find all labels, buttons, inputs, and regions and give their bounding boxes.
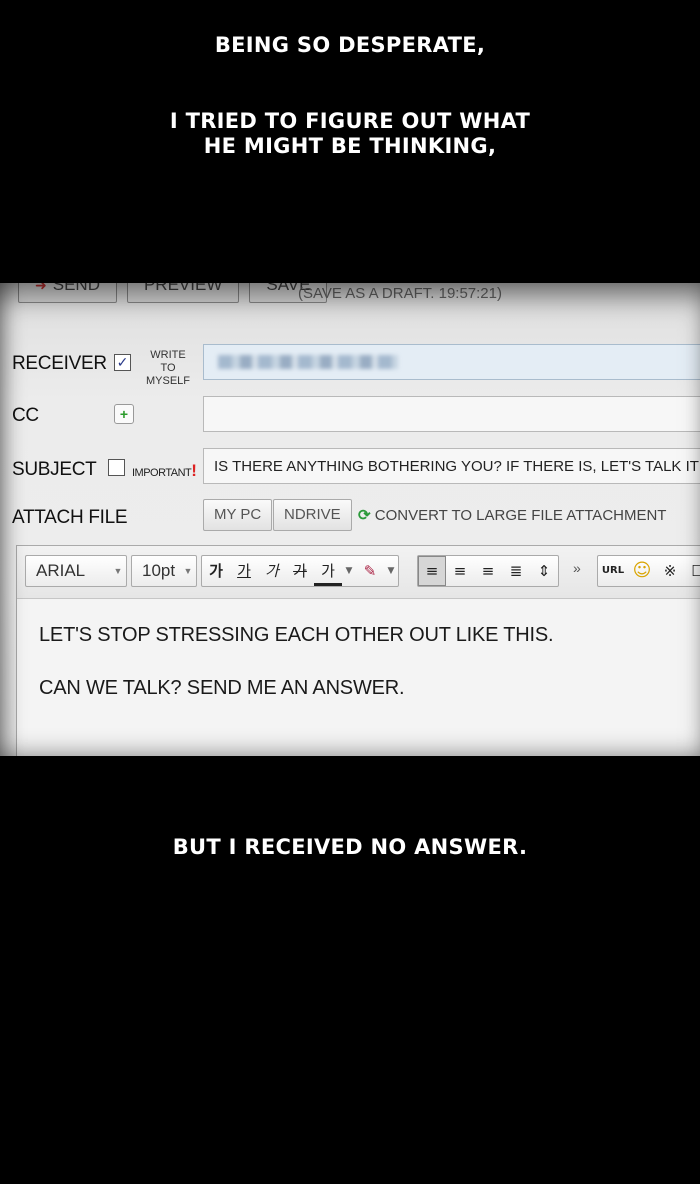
chevron-down-icon[interactable]: ▼	[384, 556, 398, 586]
justify-icon[interactable]: ≣	[502, 556, 530, 586]
chevron-down-icon: ▼	[183, 566, 193, 576]
blurred-email-address	[218, 355, 398, 369]
special-char-icon[interactable]: ※	[656, 556, 684, 586]
table-icon[interactable]: ☐	[684, 556, 700, 586]
caption-top: BEING SO DESPERATE,	[214, 33, 486, 57]
cc-label: CC	[12, 405, 39, 426]
attach-file-label: ATTACH FILE	[12, 507, 128, 528]
compose-toolbar: ➜ SEND PREVIEW SAVE	[18, 283, 328, 303]
send-arrow-icon: ➜	[35, 283, 47, 293]
chevron-down-icon[interactable]: ▼	[342, 556, 356, 586]
alignment-group: ≡ ≡ ≡ ≣ ⇕	[417, 555, 559, 587]
caption-bottom: BUT I RECEIVED NO ANSWER.	[172, 835, 528, 859]
url-button[interactable]: URL	[598, 556, 628, 586]
insert-group: URL ☺ ※ ☐	[597, 555, 700, 587]
italic-button[interactable]: 가	[258, 556, 286, 586]
caption-middle: I TRIED TO FIGURE OUT WHAT HE MIGHT BE T…	[0, 109, 700, 159]
subject-value: IS THERE ANYTHING BOTHERING YOU? IF THER…	[214, 458, 700, 475]
write-to-myself-checkbox[interactable]: ✓	[114, 354, 131, 371]
important-label: IMPORTANT!	[132, 461, 197, 481]
emoticon-icon[interactable]: ☺	[628, 556, 656, 586]
ndrive-button[interactable]: NDRIVE	[273, 499, 352, 531]
caption-middle-line1: I TRIED TO FIGURE OUT WHAT	[169, 109, 531, 133]
message-body[interactable]: LET'S STOP STRESSING EACH OTHER OUT LIKE…	[39, 624, 554, 730]
font-family-value: ARIAL	[36, 561, 86, 580]
message-editor: ARIAL ▼ 10pt ▼ 가 가 가 가 가 ▼ ✎ ▼ ≡ ≡ ≡ ≣ ⇕…	[16, 545, 700, 756]
write-to-myself-label: WRITE TO MYSELF	[137, 349, 199, 388]
email-compose-panel: ➜ SEND PREVIEW SAVE (SAVE AS A DRAFT. 19…	[0, 283, 700, 756]
write-to-myself-line1: WRITE	[150, 349, 186, 361]
font-size-value: 10pt	[142, 561, 176, 580]
body-line-1: LET'S STOP STRESSING EACH OTHER OUT LIKE…	[39, 624, 554, 646]
chevron-down-icon: ▼	[113, 566, 123, 576]
editor-toolbar: ARIAL ▼ 10pt ▼ 가 가 가 가 가 ▼ ✎ ▼ ≡ ≡ ≡ ≣ ⇕…	[17, 546, 700, 599]
send-label: SEND	[52, 283, 100, 294]
add-cc-icon[interactable]: +	[114, 404, 134, 424]
preview-button[interactable]: PREVIEW	[126, 283, 240, 303]
important-mark-icon: !	[191, 461, 197, 480]
align-center-icon[interactable]: ≡	[446, 556, 474, 586]
body-line-2: CAN WE TALK? SEND ME AN ANSWER.	[39, 677, 405, 699]
my-pc-button[interactable]: MY PC	[203, 499, 273, 531]
receiver-label: RECEIVER	[12, 353, 107, 374]
font-family-select[interactable]: ARIAL ▼	[25, 555, 127, 587]
line-height-icon[interactable]: ⇕	[530, 556, 558, 586]
align-right-icon[interactable]: ≡	[474, 556, 502, 586]
write-to-myself-line2: TO MYSELF	[145, 362, 190, 387]
important-text: IMPORTANT	[132, 467, 192, 479]
underline-button[interactable]: 가	[230, 556, 258, 586]
send-button[interactable]: ➜ SEND	[18, 283, 117, 303]
font-color-button[interactable]: 가	[314, 556, 342, 586]
preview-label: PREVIEW	[143, 283, 223, 294]
font-size-select[interactable]: 10pt ▼	[131, 555, 197, 587]
caption-middle-line2: HE MIGHT BE THINKING,	[203, 134, 497, 158]
draft-save-note: (SAVE AS A DRAFT. 19:57:21)	[298, 285, 502, 302]
important-checkbox[interactable]	[108, 459, 125, 476]
highlight-icon[interactable]: ✎	[356, 556, 384, 586]
align-left-icon[interactable]: ≡	[418, 556, 446, 586]
subject-label: SUBJECT	[12, 459, 97, 480]
bold-button[interactable]: 가	[202, 556, 230, 586]
cc-input[interactable]	[203, 396, 700, 432]
convert-large-file-link[interactable]: ⟳ CONVERT TO LARGE FILE ATTACHMENT	[358, 506, 666, 524]
strikethrough-button[interactable]: 가	[286, 556, 314, 586]
convert-label: CONVERT TO LARGE FILE ATTACHMENT	[374, 507, 667, 524]
more-tools-icon[interactable]: »	[573, 560, 581, 576]
text-format-group: 가 가 가 가 가 ▼ ✎ ▼	[201, 555, 399, 587]
refresh-icon: ⟳	[358, 507, 371, 524]
